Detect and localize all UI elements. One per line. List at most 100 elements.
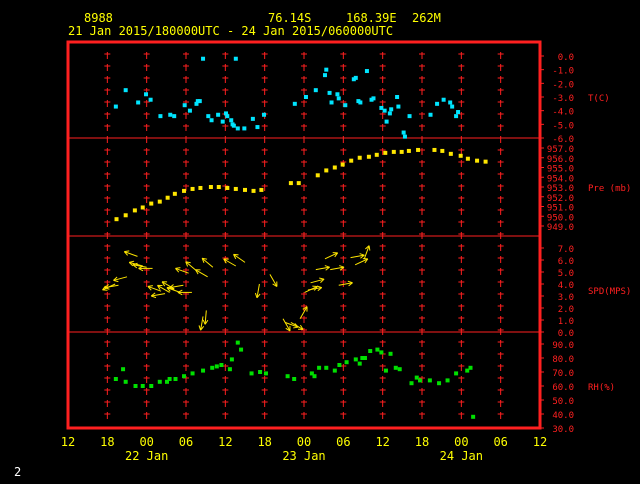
temperature-point — [229, 118, 233, 122]
humidity-point — [358, 362, 362, 366]
pressure-point — [252, 189, 256, 193]
panel-label: RH(%) — [588, 383, 615, 393]
temperature-point — [262, 113, 266, 117]
pressure-point — [158, 200, 162, 204]
x-day-label: 23 Jan — [282, 449, 325, 463]
x-tick-label: 00 — [454, 435, 468, 449]
wind-arrow-head — [325, 266, 330, 268]
wind-arrow — [234, 254, 245, 262]
temperature-point — [402, 131, 406, 135]
y-tick-label: 60.0 — [552, 383, 574, 393]
panel-label: Pre (mb) — [588, 184, 631, 194]
wind-arrow — [283, 319, 290, 331]
wind-arrow — [202, 258, 213, 267]
wind-arrow-head — [255, 293, 257, 298]
pressure-point — [209, 185, 213, 189]
humidity-point — [191, 371, 195, 375]
wind-arrow — [199, 316, 204, 330]
temperature-point — [144, 92, 148, 96]
wind-arrow — [186, 262, 197, 271]
humidity-point — [264, 371, 268, 375]
y-tick-label: 957.0 — [547, 145, 574, 155]
humidity-point — [354, 357, 358, 361]
humidity-point — [174, 377, 178, 381]
x-tick-label: 18 — [415, 435, 429, 449]
temperature-point — [225, 114, 229, 118]
temperature-point — [255, 125, 259, 129]
temperature-point — [429, 113, 433, 117]
humidity-point — [375, 348, 379, 352]
pressure-point — [173, 192, 177, 196]
y-tick-label: 30.0 — [552, 425, 574, 435]
y-tick-label: 955.0 — [547, 165, 574, 175]
temperature-point — [383, 109, 387, 113]
humidity-point — [363, 356, 367, 360]
temperature-point — [293, 102, 297, 106]
y-tick-label: 6.0 — [558, 257, 574, 267]
temperature-point — [158, 114, 162, 118]
wind-arrow — [291, 322, 303, 329]
wind-arrow — [316, 266, 330, 271]
humidity-point — [141, 384, 145, 388]
wind-arrow-head — [293, 327, 298, 328]
wind-arrow — [203, 310, 208, 324]
y-tick-label: 90.0 — [552, 341, 574, 351]
y-tick-label: 3.0 — [558, 293, 574, 303]
pressure-point — [243, 188, 247, 192]
pressure-point — [466, 157, 470, 161]
wind-arrow — [151, 293, 165, 298]
page-number: 2 — [14, 465, 21, 479]
pressure-point — [217, 185, 221, 189]
pressure-point — [333, 166, 337, 170]
humidity-point — [286, 374, 290, 378]
wind-arrow — [270, 274, 277, 286]
pressure-point — [191, 187, 195, 191]
wind-arrow — [224, 259, 236, 266]
humidity-point — [250, 371, 254, 375]
pressure-point — [392, 150, 396, 154]
x-tick-label: 18 — [100, 435, 114, 449]
temperature-point — [136, 100, 140, 104]
temperature-point — [188, 109, 192, 113]
pressure-point — [449, 152, 453, 156]
x-tick-label: 06 — [336, 435, 350, 449]
pressure-point — [407, 149, 411, 153]
y-tick-label: 50.0 — [552, 397, 574, 407]
temperature-point — [172, 114, 176, 118]
pressure-point — [440, 149, 444, 153]
temperature-point — [234, 57, 238, 61]
x-tick-label: 12 — [375, 435, 389, 449]
plot-panels: 0.0-1.0-2.0-3.0-4.0-5.0-6.0T(C)957.0956.… — [103, 53, 632, 435]
humidity-point — [230, 357, 234, 361]
y-tick-label: 70.0 — [552, 369, 574, 379]
temperature-point — [335, 92, 339, 96]
humidity-point — [446, 378, 450, 382]
temperature-point — [328, 91, 332, 95]
temperature-point — [454, 114, 458, 118]
temperature-point — [389, 107, 393, 111]
pressure-point — [349, 159, 353, 163]
humidity-point — [134, 384, 138, 388]
humidity-point — [394, 366, 398, 370]
wind-arrow-head — [151, 296, 156, 298]
pressure-point — [149, 202, 153, 206]
temperature-point — [323, 73, 327, 77]
x-day-label: 24 Jan — [440, 449, 483, 463]
meteogram-chart: 8988 76.14S 168.39E 262M 21 Jan 2015/180… — [0, 0, 640, 480]
humidity-point — [384, 369, 388, 373]
station-id: 8988 — [84, 11, 113, 25]
temperature-point — [456, 110, 460, 114]
pressure-point — [182, 189, 186, 193]
humidity-point — [317, 366, 321, 370]
temperature-point — [206, 114, 210, 118]
y-tick-label: 0.0 — [558, 329, 574, 339]
x-tick-label: 12 — [533, 435, 547, 449]
wind-arrow-head — [113, 280, 118, 281]
pressure-point — [484, 160, 488, 164]
wind-arrow-head — [360, 254, 365, 256]
temperature-point — [385, 120, 389, 124]
humidity-point — [333, 369, 337, 373]
pressure-point — [316, 173, 320, 177]
temperature-point — [314, 88, 318, 92]
wind-arrow-head — [348, 281, 353, 283]
